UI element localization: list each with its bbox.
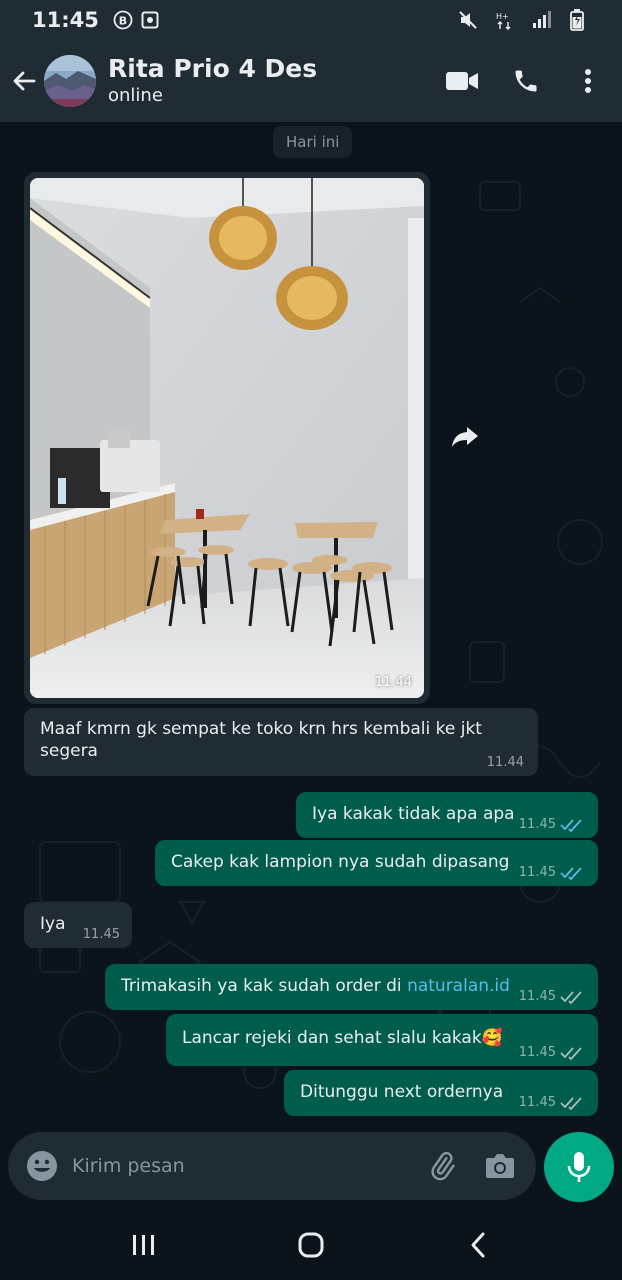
outgoing-message[interactable]: Cakep kak lampion nya sudah dipasang 11.… bbox=[155, 840, 598, 886]
video-call-button[interactable] bbox=[440, 59, 484, 103]
camera-button[interactable] bbox=[478, 1144, 522, 1188]
message-time: 11.44 bbox=[486, 755, 524, 770]
contact-name: Rita Prio 4 Des bbox=[108, 54, 318, 83]
more-options-icon bbox=[585, 69, 591, 93]
back-button[interactable] bbox=[4, 61, 44, 101]
chevron-left-icon bbox=[471, 1232, 485, 1258]
contact-status: online bbox=[108, 85, 163, 106]
photo-time: 11.44 bbox=[374, 675, 412, 690]
message-text-part: Lancar rejeki dan sehat slalu kakak bbox=[182, 1028, 482, 1048]
gallery-icon bbox=[141, 11, 159, 29]
voice-call-icon bbox=[515, 70, 537, 92]
message-text: Maaf kmrn gk sempat ke toko krn hrs kemb… bbox=[40, 719, 482, 761]
home-icon bbox=[298, 1232, 324, 1258]
message-text: Cakep kak lampion nya sudah dipasang bbox=[171, 852, 510, 872]
message-text: Ditunggu next ordernya bbox=[300, 1082, 504, 1102]
svg-text:B: B bbox=[119, 15, 127, 28]
message-text-part: Trimakasih ya kak sudah order di bbox=[121, 976, 408, 996]
message-text: Iya kakak tidak apa apa bbox=[312, 804, 515, 824]
message-text: Iya bbox=[40, 914, 66, 934]
delivered-receipt-icon bbox=[560, 1096, 584, 1110]
attach-icon bbox=[431, 1151, 455, 1181]
back-arrow-icon bbox=[13, 71, 36, 91]
camera-icon bbox=[486, 1154, 514, 1178]
composer-bar bbox=[0, 1132, 622, 1210]
home-button[interactable] bbox=[281, 1220, 341, 1270]
attach-button[interactable] bbox=[420, 1144, 464, 1188]
b-badge-icon: B bbox=[113, 10, 133, 30]
smiling-face-with-hearts-emoji: 🥰 bbox=[481, 1028, 503, 1048]
read-receipt-icon bbox=[560, 818, 584, 832]
date-chip: Hari ini bbox=[273, 126, 353, 158]
outgoing-message[interactable]: Lancar rejeki dan sehat slalu kakak🥰 11.… bbox=[166, 1014, 598, 1066]
incoming-message[interactable]: Maaf kmrn gk sempat ke toko krn hrs kemb… bbox=[24, 708, 538, 776]
message-text: Trimakasih ya kak sudah order di natural… bbox=[121, 975, 510, 997]
message-time: 11.45 bbox=[518, 865, 556, 880]
message-time: 11.45 bbox=[518, 989, 556, 1004]
status-bar: 11:45 B H+ bbox=[0, 0, 622, 40]
mic-icon bbox=[567, 1152, 591, 1182]
delivered-receipt-icon bbox=[560, 1046, 584, 1060]
chat-header: Rita Prio 4 Des online bbox=[0, 40, 622, 122]
outgoing-message[interactable]: Trimakasih ya kak sudah order di natural… bbox=[105, 964, 598, 1010]
message-input[interactable] bbox=[72, 1155, 420, 1177]
delivered-receipt-icon bbox=[560, 990, 584, 1004]
forward-button[interactable] bbox=[446, 418, 484, 456]
chat-area[interactable]: Hari ini 11.44 Maaf kmrn gk sempat ke to… bbox=[0, 122, 622, 1132]
hd-signal-icon: H+ bbox=[496, 10, 514, 30]
voice-message-button[interactable] bbox=[544, 1132, 614, 1202]
outgoing-message[interactable]: Iya kakak tidak apa apa 11.45 bbox=[296, 792, 598, 838]
contact-info[interactable]: Rita Prio 4 Des online bbox=[108, 54, 317, 108]
message-time: 11.45 bbox=[518, 817, 556, 832]
message-text: Lancar rejeki dan sehat slalu kakak🥰 bbox=[182, 1027, 503, 1049]
back-nav-button[interactable] bbox=[448, 1220, 508, 1270]
emoji-button[interactable] bbox=[20, 1144, 64, 1188]
outgoing-message[interactable]: Ditunggu next ordernya 11.45 bbox=[284, 1070, 598, 1116]
mute-icon bbox=[458, 10, 478, 30]
message-time: 11.45 bbox=[518, 1045, 556, 1060]
recent-apps-icon bbox=[132, 1235, 154, 1255]
shared-photo[interactable]: 11.44 bbox=[30, 178, 424, 698]
status-time: 11:45 bbox=[32, 8, 99, 32]
more-options-button[interactable] bbox=[566, 59, 610, 103]
forward-icon bbox=[452, 427, 478, 447]
composer-pill bbox=[8, 1132, 536, 1200]
incoming-message[interactable]: Iya 11.45 bbox=[24, 902, 132, 948]
image-message[interactable]: 11.44 bbox=[24, 172, 430, 704]
system-nav-bar bbox=[0, 1210, 622, 1280]
read-receipt-icon bbox=[560, 866, 584, 880]
message-link[interactable]: naturalan.id bbox=[407, 976, 510, 996]
message-time: 11.45 bbox=[82, 927, 120, 942]
signal-icon bbox=[532, 11, 552, 29]
video-call-icon bbox=[446, 72, 478, 90]
avatar[interactable] bbox=[44, 55, 96, 107]
battery-charging-icon bbox=[570, 9, 584, 31]
svg-text:H+: H+ bbox=[496, 12, 509, 21]
message-time: 11.45 bbox=[518, 1095, 556, 1110]
voice-call-button[interactable] bbox=[504, 59, 548, 103]
recent-apps-button[interactable] bbox=[114, 1220, 174, 1270]
emoji-icon bbox=[27, 1151, 57, 1181]
